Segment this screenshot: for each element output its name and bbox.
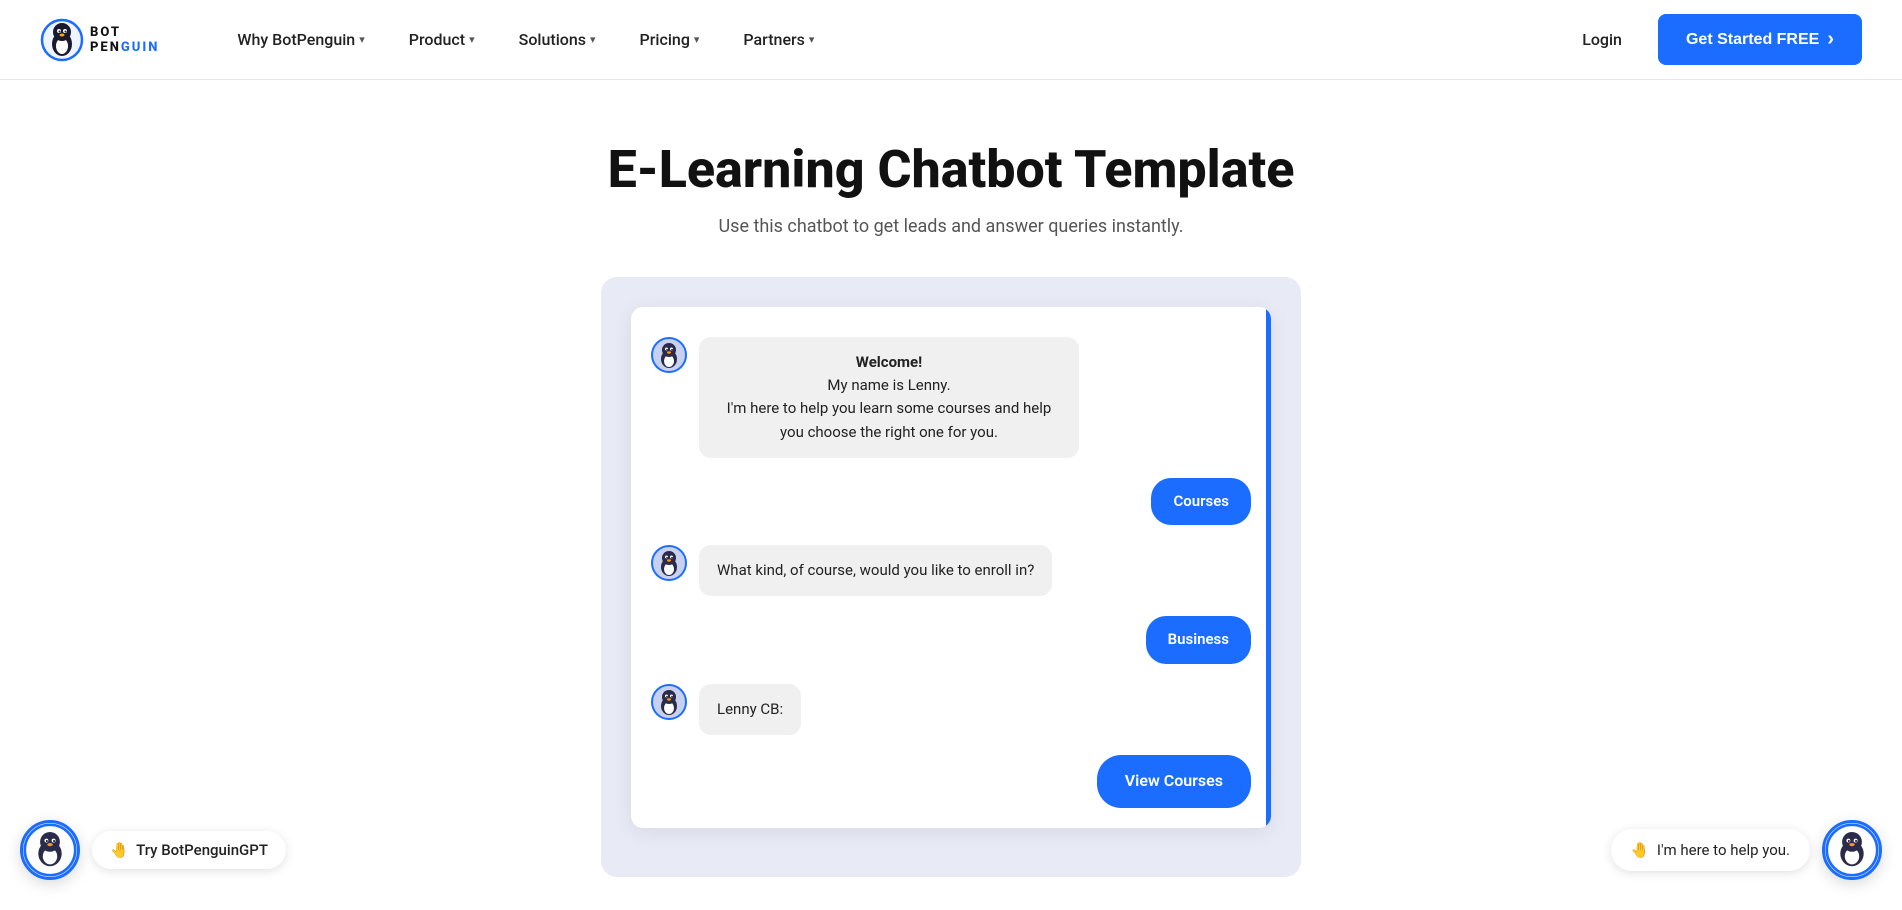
chevron-down-icon: ▾ [359,33,365,46]
chevron-down-icon: ▾ [694,33,700,46]
nav-item-product[interactable]: Product ▾ [391,22,493,57]
widget-left: 🤚 Try BotPenguinGPT [20,820,286,880]
logo-text: BOT PENGUIN [90,25,159,55]
chat-demo-wrapper: Welcome! My name is Lenny. I'm here to h… [601,277,1301,877]
bot-widget-left-button[interactable] [20,820,80,880]
navbar: BOT PENGUIN Why BotPenguin ▾ Product ▾ S… [0,0,1902,80]
chat-row-2: Courses [651,478,1251,525]
nav-item-partners[interactable]: Partners ▾ [725,22,832,57]
blue-bar-decoration [1266,307,1271,828]
nav-item-why-botpenguin[interactable]: Why BotPenguin ▾ [219,22,382,57]
bot-avatar-2 [651,545,687,581]
hero-section: E-Learning Chatbot Template Use this cha… [0,80,1902,877]
chat-row-6: View Courses [651,755,1251,808]
nav-actions: Login Get Started FREE › [1570,14,1862,65]
chat-body: Welcome! My name is Lenny. I'm here to h… [631,307,1271,828]
chevron-down-icon: ▾ [469,33,475,46]
widget-right: 🤚 I'm here to help you. [1611,820,1883,880]
nav-item-solutions[interactable]: Solutions ▾ [501,22,614,57]
hero-subtitle: Use this chatbot to get leads and answer… [20,216,1882,237]
chevron-down-icon: ▾ [590,33,596,46]
bot-avatar-3 [651,684,687,720]
logo[interactable]: BOT PENGUIN [40,18,159,62]
nav-item-pricing[interactable]: Pricing ▾ [622,22,718,57]
bot-avatar [651,337,687,373]
chat-row-4: Business [651,616,1251,663]
widget-left-text[interactable]: 🤚 Try BotPenguinGPT [92,831,286,869]
chat-window: Welcome! My name is Lenny. I'm here to h… [631,307,1271,828]
nav-links: Why BotPenguin ▾ Product ▾ Solutions ▾ P… [219,22,1570,57]
widget-right-text: 🤚 I'm here to help you. [1611,829,1811,871]
view-courses-button[interactable]: View Courses [1097,755,1251,808]
chat-row-5: Lenny CB: [651,684,1251,735]
login-button[interactable]: Login [1570,22,1634,57]
chat-bubble-lenny-cb: Lenny CB: [699,684,801,735]
chat-bubble-courses[interactable]: Courses [1151,478,1251,525]
chevron-down-icon: ▾ [809,33,815,46]
chat-bubble-enroll: What kind, of course, would you like to … [699,545,1052,596]
hero-title: E-Learning Chatbot Template [20,140,1882,200]
get-started-button[interactable]: Get Started FREE › [1658,14,1862,65]
chat-bubble-welcome: Welcome! My name is Lenny. I'm here to h… [699,337,1079,458]
bot-widget-right-button[interactable] [1822,820,1882,880]
chat-row-1: Welcome! My name is Lenny. I'm here to h… [651,337,1251,458]
chat-bubble-business[interactable]: Business [1146,616,1251,663]
chat-row-3: What kind, of course, would you like to … [651,545,1251,596]
